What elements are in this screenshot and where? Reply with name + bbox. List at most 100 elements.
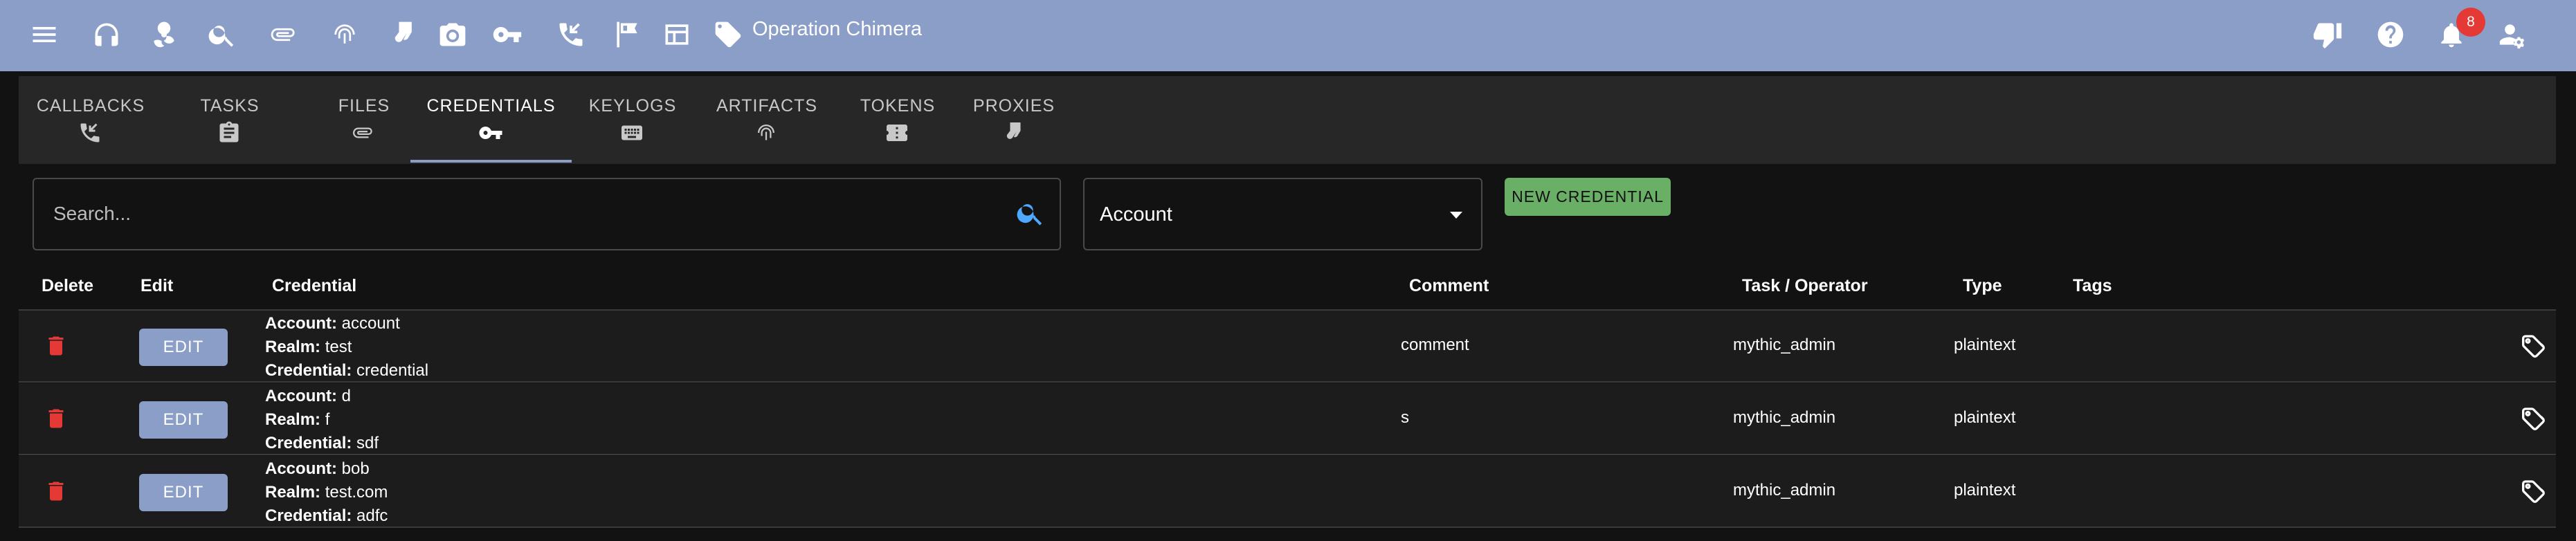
select-value: Account (1100, 203, 1172, 226)
type-cell: plaintext (1954, 336, 2016, 354)
new-credential-button[interactable]: NEW CREDENTIAL (1505, 178, 1671, 216)
credential-cell: Account: account Realm: test Credential:… (265, 312, 428, 383)
table-row: EDIT Account: bob Realm: test.com Creden… (19, 456, 2556, 528)
tag-icon[interactable] (710, 17, 746, 53)
edit-button[interactable]: EDIT (139, 401, 228, 439)
tab-keylogs[interactable]: KEYLOGS (572, 76, 693, 164)
tab-proxies[interactable]: PROXIES (955, 76, 1073, 164)
chevron-down-icon (1450, 212, 1462, 219)
active-tab-indicator (410, 160, 572, 163)
account-value: account (341, 314, 400, 333)
flag-icon[interactable] (609, 17, 645, 53)
credential-label: Credential: (265, 434, 352, 452)
tab-credentials[interactable]: CREDENTIALS (410, 76, 572, 164)
credential-label: Credential: (265, 506, 352, 525)
clipboard-icon (217, 120, 243, 145)
tab-label: ARTIFACTS (716, 96, 818, 116)
camera-icon[interactable] (435, 17, 471, 53)
socks-icon (1001, 120, 1027, 145)
tag-icon[interactable] (2519, 405, 2550, 435)
tag-icon[interactable] (2519, 332, 2550, 363)
account-label: Account: (265, 387, 337, 405)
search-field-select[interactable]: Account (1083, 178, 1482, 250)
paperclip-icon[interactable] (266, 17, 302, 53)
tab-callbacks[interactable]: CALLBACKS (19, 76, 163, 164)
phone-callback-icon[interactable] (553, 17, 589, 53)
edit-button[interactable]: EDIT (139, 474, 228, 511)
credential-label: Credential: (265, 361, 352, 380)
realm-label: Realm: (265, 410, 321, 429)
type-cell: plaintext (1954, 481, 2016, 499)
notification-badge: 8 (2456, 8, 2485, 37)
operator-cell: mythic_admin (1733, 336, 1836, 354)
tab-bar: CALLBACKS TASKS FILES CREDENTIALS KEYLOG… (19, 76, 2556, 164)
comment-cell: s (1401, 408, 1409, 427)
account-value: bob (341, 459, 370, 478)
delete-icon[interactable] (44, 479, 71, 506)
edit-button[interactable]: EDIT (139, 329, 228, 366)
account-value: d (341, 387, 352, 405)
headphones-icon[interactable] (89, 17, 125, 53)
search-input[interactable]: Search... (53, 203, 131, 225)
tab-label: CALLBACKS (36, 96, 145, 116)
user-settings-icon[interactable] (2496, 17, 2532, 53)
header-credential: Credential (272, 276, 357, 295)
realm-value: f (325, 410, 330, 429)
fingerprint-icon (754, 120, 780, 145)
header-tags: Tags (2073, 276, 2112, 295)
header-task-operator: Task / Operator (1742, 276, 1868, 295)
account-label: Account: (265, 459, 337, 478)
key-icon (478, 120, 505, 145)
table-row: EDIT Account: account Realm: test Creden… (19, 311, 2556, 383)
credential-cell: Account: d Realm: f Credential: sdf (265, 385, 379, 455)
operator-cell: mythic_admin (1733, 408, 1836, 427)
tab-label: CREDENTIALS (426, 96, 556, 116)
table-header: Delete Edit Credential Comment Task / Op… (19, 266, 2556, 311)
table-row: EDIT Account: d Realm: f Credential: sdf… (19, 383, 2556, 455)
tab-label: TOKENS (860, 96, 936, 116)
type-cell: plaintext (1954, 408, 2016, 427)
app-bar: Operation Chimera 8 (0, 0, 2576, 71)
tab-label: PROXIES (972, 96, 1055, 116)
ticket-icon (885, 120, 911, 145)
realm-value: test.com (325, 483, 388, 502)
tab-label: KEYLOGS (588, 96, 677, 116)
search-field[interactable]: Search... (33, 178, 1061, 250)
search-icon[interactable] (204, 17, 240, 53)
menu-icon[interactable] (26, 17, 62, 53)
thumb-down-icon[interactable] (2310, 17, 2346, 53)
phone-callback-icon (78, 120, 104, 145)
delete-icon[interactable] (44, 333, 71, 361)
search-icon[interactable] (1015, 198, 1046, 228)
credential-value: credential (356, 361, 429, 380)
header-type: Type (1963, 276, 2002, 295)
delete-icon[interactable] (44, 406, 71, 434)
header-comment: Comment (1409, 276, 1489, 295)
account-label: Account: (265, 314, 337, 333)
credential-cell: Account: bob Realm: test.com Credential:… (265, 457, 388, 528)
tag-icon[interactable] (2519, 477, 2550, 508)
credential-value: sdf (356, 434, 379, 452)
tab-label: FILES (338, 96, 390, 116)
fingerprint-icon[interactable] (327, 17, 363, 53)
tab-label: TASKS (200, 96, 260, 116)
tab-artifacts[interactable]: ARTIFACTS (693, 76, 840, 164)
tab-tasks[interactable]: TASKS (163, 76, 297, 164)
comment-cell: comment (1401, 336, 1469, 354)
paperclip-icon (351, 120, 377, 145)
operator-cell: mythic_admin (1733, 481, 1836, 499)
table-icon[interactable] (659, 17, 695, 53)
realm-label: Realm: (265, 483, 321, 502)
help-icon[interactable] (2373, 17, 2409, 53)
credential-value: adfc (356, 506, 388, 525)
realm-value: test (325, 338, 352, 356)
operation-title: Operation Chimera (752, 18, 922, 40)
header-delete: Delete (42, 276, 94, 295)
keyboard-icon (619, 120, 646, 145)
key-icon[interactable] (489, 17, 525, 53)
socks-icon[interactable] (385, 17, 421, 53)
biohazard-icon[interactable] (146, 17, 182, 53)
header-edit: Edit (140, 276, 174, 295)
tab-tokens[interactable]: TOKENS (840, 76, 955, 164)
realm-label: Realm: (265, 338, 321, 356)
